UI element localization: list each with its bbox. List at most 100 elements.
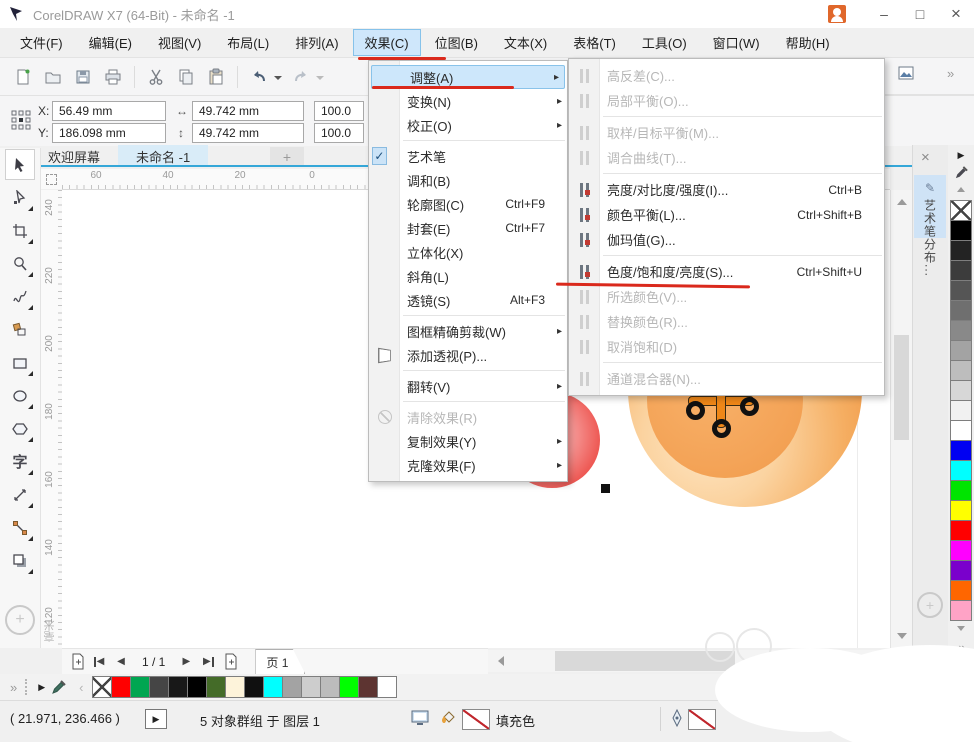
menubar-item[interactable]: 排列(A) (283, 29, 350, 56)
menu-item[interactable]: 替换颜色(R)... (569, 309, 884, 334)
dimension-tool[interactable] (5, 479, 35, 510)
color-swatch[interactable] (338, 676, 359, 698)
color-swatch[interactable] (186, 676, 207, 698)
add-tool-button[interactable]: + (5, 605, 35, 635)
text-tool[interactable]: 字 (5, 446, 35, 477)
menu-item[interactable]: 封套(E) Ctrl+F7 (369, 216, 567, 240)
page-tab[interactable]: 页 1 (255, 649, 306, 674)
color-swatch[interactable] (129, 676, 150, 698)
docker-tab[interactable]: ✎ 艺术笔 (914, 175, 946, 238)
menu-item[interactable]: 斜角(L) (369, 264, 567, 288)
menu-item[interactable]: 取样/目标平衡(M)... (569, 120, 884, 145)
menubar-item[interactable]: 布局(L) (215, 29, 281, 56)
document-properties-icon[interactable] (410, 709, 430, 727)
menu-item[interactable]: 调合曲线(T)... (569, 145, 884, 170)
ruler-origin-icon[interactable] (40, 169, 62, 189)
menu-item[interactable]: 高反差(C)... (569, 63, 884, 88)
previous-page-icon[interactable]: ◀ (110, 651, 132, 673)
selection-handle[interactable] (601, 484, 610, 493)
vertical-scrollbar[interactable] (890, 190, 912, 648)
color-swatch[interactable] (224, 676, 245, 698)
color-swatch[interactable] (357, 676, 378, 698)
menubar-item[interactable]: 帮助(H) (774, 29, 842, 56)
scroll-left-icon[interactable] (490, 650, 510, 672)
color-swatch[interactable] (300, 676, 321, 698)
menu-item[interactable] (369, 398, 567, 405)
menubar-item[interactable]: 窗口(W) (701, 29, 772, 56)
menu-item[interactable]: 翻转(V) ▸ (369, 374, 567, 398)
color-swatch[interactable] (950, 220, 972, 241)
color-swatch[interactable] (950, 260, 972, 281)
color-swatch[interactable] (950, 580, 972, 601)
connector-tool[interactable] (5, 512, 35, 543)
color-swatch[interactable] (950, 240, 972, 261)
color-swatch[interactable] (148, 676, 169, 698)
palette-scroll-up-icon[interactable] (948, 180, 974, 198)
menubar-item[interactable]: 文件(F) (8, 29, 75, 56)
color-swatch[interactable] (319, 676, 340, 698)
color-swatch[interactable] (950, 500, 972, 521)
outline-color-swatch[interactable] (688, 709, 716, 730)
color-swatch[interactable] (950, 200, 972, 221)
open-button[interactable] (38, 63, 68, 91)
menu-item[interactable]: 色度/饱和度/亮度(S)... Ctrl+Shift+U (569, 259, 884, 284)
last-page-icon[interactable]: ▶ (197, 651, 219, 673)
color-swatch[interactable] (950, 520, 972, 541)
menu-item[interactable]: 添加透视(P)... (369, 343, 567, 367)
paste-icon[interactable] (201, 63, 231, 91)
menu-item[interactable]: 立体化(X) (369, 240, 567, 264)
close-button[interactable]: × (938, 0, 974, 28)
fill-bucket-icon[interactable] (438, 708, 458, 728)
menu-item[interactable] (369, 367, 567, 374)
y-position-field[interactable]: 186.098 mm (52, 123, 166, 143)
scroll-down-icon[interactable] (891, 628, 913, 646)
color-swatch[interactable] (950, 560, 972, 581)
polygon-tool[interactable] (5, 413, 35, 444)
docpalette-overflow-icon[interactable]: » (10, 680, 17, 695)
export-image-icon[interactable] (897, 64, 915, 82)
ellipse-tool[interactable] (5, 380, 35, 411)
object-height-field[interactable]: 49.742 mm (192, 123, 304, 143)
color-swatch[interactable] (950, 280, 972, 301)
status-flyout-icon[interactable]: ▶ (145, 709, 167, 729)
menu-item[interactable] (569, 252, 884, 259)
crop-tool[interactable] (5, 215, 35, 246)
eyedropper-icon[interactable] (954, 165, 969, 180)
menubar-item[interactable]: 效果(C) (352, 29, 421, 56)
color-swatch[interactable] (950, 360, 972, 381)
freehand-tool[interactable] (5, 281, 35, 312)
add-page-icon[interactable] (66, 651, 88, 673)
cut-icon[interactable] (141, 63, 171, 91)
color-swatch[interactable] (950, 380, 972, 401)
docker-close-icon[interactable]: × (921, 149, 930, 166)
zoom-tool[interactable] (5, 248, 35, 279)
menu-item[interactable] (369, 312, 567, 319)
next-page-icon[interactable]: ▶ (175, 651, 197, 673)
vertical-scroll-thumb[interactable] (894, 335, 909, 440)
menu-item[interactable]: 复制效果(Y) ▸ (369, 429, 567, 453)
add-docker-button[interactable]: + (917, 592, 943, 618)
color-swatch[interactable] (167, 676, 188, 698)
color-swatch[interactable] (91, 676, 112, 698)
color-swatch[interactable] (950, 320, 972, 341)
drop-shadow-tool[interactable] (5, 545, 35, 576)
color-swatch[interactable] (950, 480, 972, 501)
menu-item[interactable]: 调和(B) (369, 168, 567, 192)
maximize-button[interactable]: □ (902, 0, 938, 28)
color-swatch[interactable] (376, 676, 397, 698)
undo-dropdown-icon[interactable] (274, 75, 282, 84)
menubar-item[interactable]: 工具(O) (630, 29, 699, 56)
color-swatch[interactable] (243, 676, 264, 698)
menu-item[interactable]: 亮度/对比度/强度(I)... Ctrl+B (569, 177, 884, 202)
color-swatch[interactable] (950, 540, 972, 561)
menu-item[interactable]: 取消饱和(D) (569, 334, 884, 359)
account-avatar[interactable] (828, 5, 846, 23)
menu-item[interactable]: 克隆效果(F) ▸ (369, 453, 567, 477)
scale-x-field[interactable]: 100.0 (314, 101, 364, 121)
scroll-up-icon[interactable] (891, 192, 913, 210)
menubar-item[interactable]: 视图(V) (146, 29, 213, 56)
menu-item[interactable]: 伽玛值(G)... (569, 227, 884, 252)
x-position-field[interactable]: 56.49 mm (52, 101, 166, 121)
palette-flyout-icon[interactable]: ▶ (948, 145, 974, 165)
menu-item[interactable]: 透镜(S) Alt+F3 (369, 288, 567, 312)
